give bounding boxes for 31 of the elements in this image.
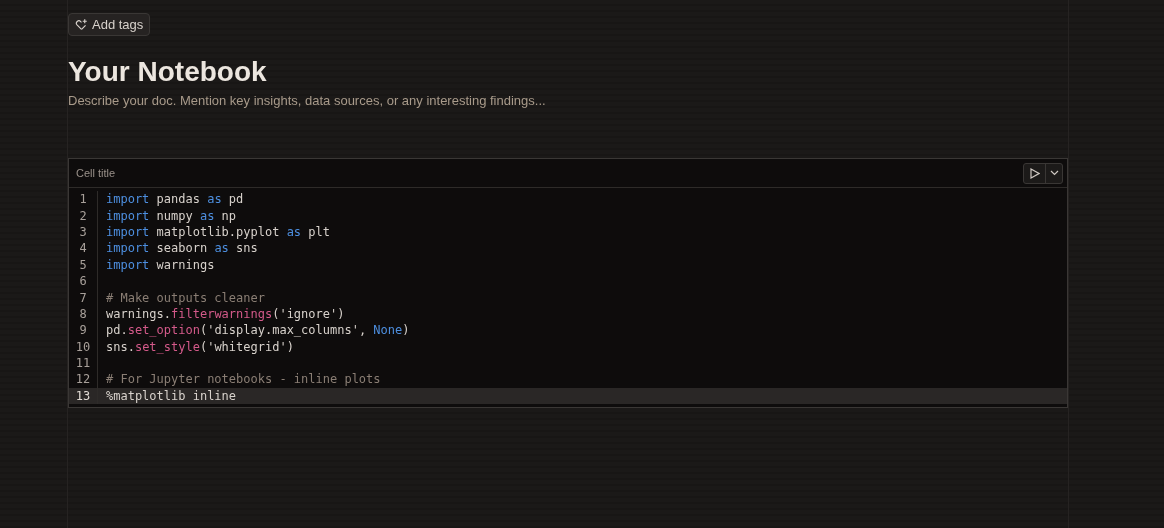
code-text: # Make outputs cleaner [106, 290, 265, 305]
line-number: 6 [78, 274, 88, 289]
line-number: 3 [78, 224, 88, 239]
code-text: import pandas as pd [106, 192, 244, 207]
line-number: 5 [78, 257, 88, 272]
line-number: 1 [78, 192, 88, 207]
description-field[interactable]: Describe your doc. Mention key insights, data sources, or any interesting findings... [68, 92, 668, 110]
line-number: 8 [78, 306, 88, 321]
line-number: 12 [74, 372, 92, 387]
add-tags-button[interactable]: Add tags [68, 13, 151, 36]
code-text: %matplotlib inline [106, 388, 237, 403]
code-text: # For Jupyter notebooks - inline plots [106, 372, 381, 387]
tag-heart-icon [75, 18, 88, 31]
code-text: pd.set_option('display.max_columns', None) [106, 323, 410, 338]
code-text: import matplotlib.pyplot as plt [106, 224, 330, 239]
code-text: import numpy as np [106, 208, 237, 223]
line-number: 4 [78, 241, 88, 256]
notebook-title: Your Notebook [68, 55, 267, 89]
line-number: 9 [78, 323, 88, 338]
line-number: 10 [74, 339, 92, 354]
chevron-down-icon [1049, 170, 1059, 176]
code-text: sns.set_style('whitegrid') [106, 339, 294, 354]
cell-title: Cell title [76, 167, 116, 179]
play-icon [1029, 167, 1040, 179]
line-number: 11 [74, 356, 92, 371]
line-number: 2 [78, 208, 88, 223]
line-number: 13 [74, 388, 92, 403]
line-number: 7 [78, 290, 88, 305]
code-text: import seaborn as sns [106, 241, 258, 256]
code-text: warnings.filterwarnings('ignore') [106, 306, 345, 321]
code-text: import warnings [106, 257, 215, 272]
